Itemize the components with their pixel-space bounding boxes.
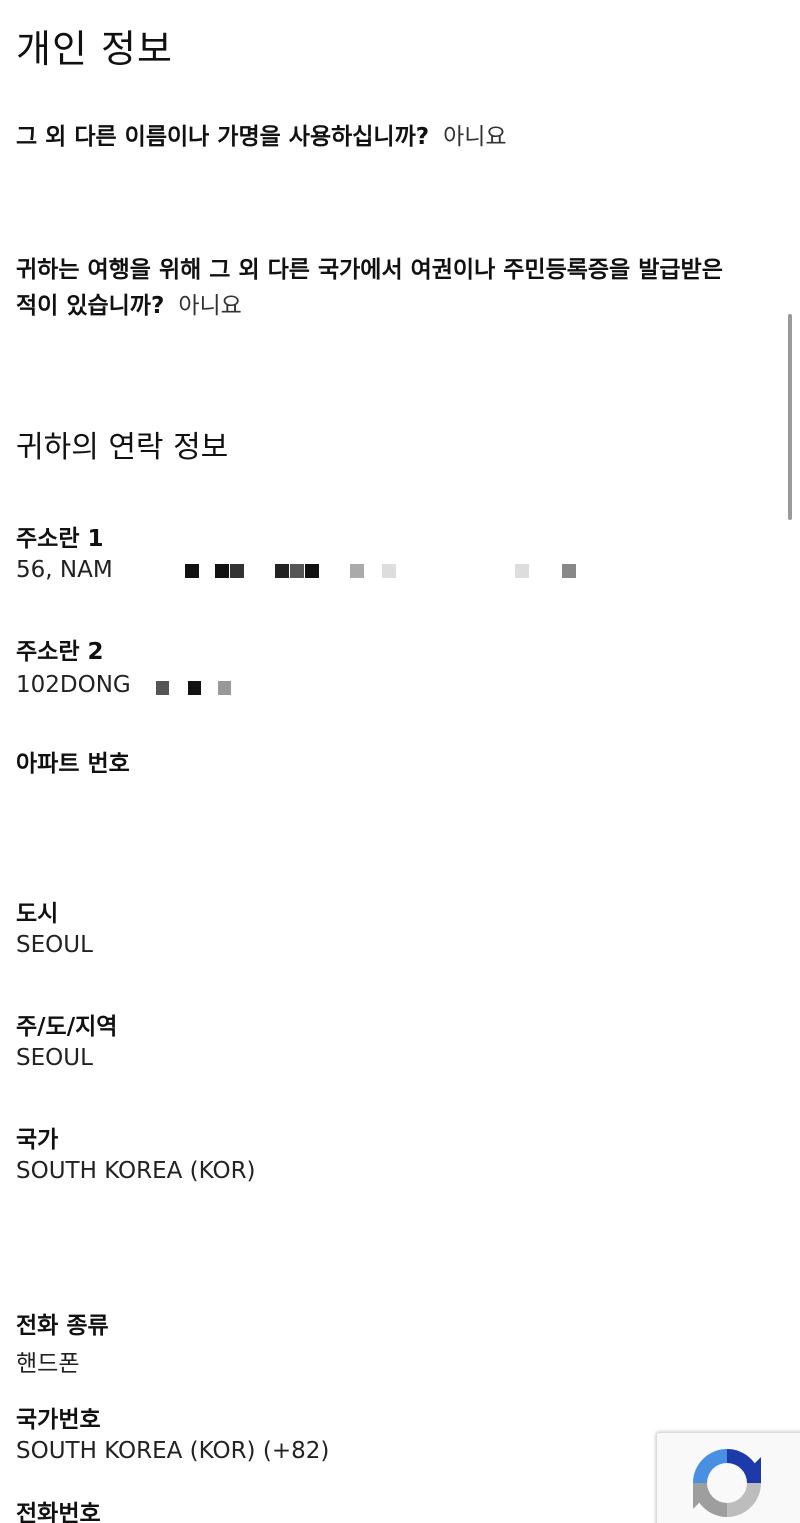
- city-value: SEOUL: [16, 932, 93, 958]
- other-passport-question-line2: 적이 있습니까?: [16, 293, 165, 319]
- address1-value: 56, NAM: [16, 557, 113, 583]
- redaction-block: [274, 563, 289, 578]
- redaction-block: [514, 563, 529, 578]
- redaction-block: [188, 680, 202, 695]
- city-label: 도시: [16, 901, 59, 927]
- phone-type-value: 핸드폰: [16, 1351, 80, 1377]
- country-code-label: 국가번호: [16, 1407, 101, 1433]
- redaction-block: [184, 563, 199, 578]
- phone-number-label: 전화번호: [16, 1501, 101, 1523]
- redaction-block: [381, 563, 396, 578]
- apartment-label: 아파트 번호: [16, 751, 130, 777]
- redaction-block: [218, 680, 232, 695]
- redaction-block: [349, 563, 364, 578]
- address2-value: 102DONG: [16, 672, 131, 698]
- state-label: 주/도/지역: [16, 1014, 118, 1040]
- redaction-block: [304, 563, 319, 578]
- address2-redaction: [138, 676, 248, 696]
- country-value: SOUTH KOREA (KOR): [16, 1158, 256, 1184]
- state-value: SEOUL: [16, 1045, 93, 1071]
- recaptcha-icon: [693, 1449, 761, 1517]
- scrollbar[interactable]: [788, 314, 792, 520]
- address1-redaction: [120, 561, 580, 581]
- other-names-question-text: 그 외 다른 이름이나 가명을 사용하십니까?: [16, 124, 430, 150]
- other-names-answer: 아니요: [443, 124, 507, 150]
- redaction-block: [561, 563, 576, 578]
- redaction-block: [229, 563, 244, 578]
- page-title: 개인 정보: [16, 27, 173, 71]
- redaction-block: [289, 563, 304, 578]
- address1-label: 주소란 1: [16, 526, 104, 552]
- recaptcha-badge[interactable]: [656, 1432, 800, 1523]
- other-names-question: 그 외 다른 이름이나 가명을 사용하십니까? 아니요: [16, 119, 776, 155]
- address1-value-row: 56, NAM: [16, 557, 580, 583]
- personal-info-page: 개인 정보 그 외 다른 이름이나 가명을 사용하십니까? 아니요 귀하는 여행을…: [0, 0, 800, 1523]
- country-code-value: SOUTH KOREA (KOR) (+82): [16, 1438, 330, 1464]
- address2-label: 주소란 2: [16, 639, 104, 665]
- other-passport-question-line1: 귀하는 여행을 위해 그 외 다른 국가에서 여권이나 주민등록증을 발급받은: [16, 257, 723, 283]
- other-passport-answer: 아니요: [178, 293, 242, 319]
- address2-value-row: 102DONG: [16, 672, 248, 698]
- redaction-block: [214, 563, 229, 578]
- other-passport-question: 귀하는 여행을 위해 그 외 다른 국가에서 여권이나 주민등록증을 발급받은 …: [16, 252, 776, 324]
- contact-section-title: 귀하의 연락 정보: [16, 430, 229, 465]
- phone-type-label: 전화 종류: [16, 1313, 109, 1339]
- country-label: 국가: [16, 1127, 59, 1153]
- redaction-block: [156, 680, 170, 695]
